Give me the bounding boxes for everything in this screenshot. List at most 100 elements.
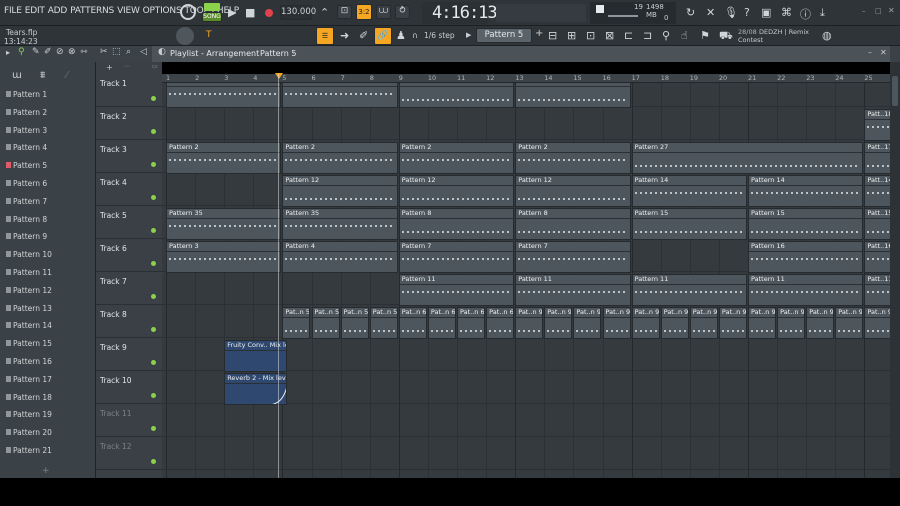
record-mode-icon[interactable] bbox=[180, 4, 196, 20]
track-header[interactable]: Track 5 bbox=[96, 206, 162, 239]
menu-file[interactable]: FILE bbox=[4, 6, 22, 16]
pattern-clip[interactable]: Patt..17 bbox=[864, 142, 890, 174]
pattern-clip[interactable]: Pat..n 9 bbox=[864, 307, 890, 339]
pattern-clip[interactable]: Pat..n 5 bbox=[340, 307, 369, 339]
pattern-clip[interactable]: Pat..n 9 bbox=[515, 307, 544, 339]
mute-tool-icon[interactable]: ⊗ bbox=[68, 47, 76, 57]
playback-tool-icon[interactable]: ◁ bbox=[140, 47, 147, 57]
pattern-clip[interactable]: Pat..n 9 bbox=[806, 307, 835, 339]
track-option-icon[interactable]: ⋯ bbox=[124, 63, 130, 70]
track-enable-led[interactable] bbox=[151, 96, 156, 101]
track-header[interactable]: Track 4 bbox=[96, 173, 162, 206]
magnet-icon[interactable]: ∩ bbox=[412, 31, 418, 40]
pattern-clip[interactable]: Pattern 27 bbox=[631, 142, 864, 174]
pattern-clip[interactable]: Pattern 4 bbox=[282, 241, 398, 273]
playlist-close-icon[interactable]: ✕ bbox=[880, 48, 887, 57]
snap-link-icon[interactable]: 🔗 bbox=[374, 27, 392, 45]
playlist-grid[interactable]: Pattern 1Pattern 1Pattern 13Pattern 13Pa… bbox=[162, 74, 890, 478]
loop-record-icon[interactable]: ⥁ bbox=[395, 5, 410, 19]
mixer-icon[interactable]: ⊟ bbox=[548, 29, 557, 42]
pattern-item[interactable]: Pattern 4 bbox=[6, 143, 47, 155]
track-enable-led[interactable] bbox=[151, 294, 156, 299]
picker-icon[interactable]: ɯ bbox=[12, 70, 22, 81]
pattern-item[interactable]: Pattern 6 bbox=[6, 179, 47, 191]
pattern-clip[interactable]: Pattern 3 bbox=[166, 241, 282, 273]
add-pattern-button[interactable]: + bbox=[42, 466, 50, 476]
step-edit-icon[interactable]: ⩊ bbox=[376, 5, 391, 19]
pattern-clip[interactable]: Pat..n 5 bbox=[311, 307, 340, 339]
delete-tool-icon[interactable]: ⊘ bbox=[56, 47, 64, 57]
snap-step-select[interactable]: 1/6 step bbox=[424, 31, 455, 40]
brush-icon[interactable]: ✐ bbox=[44, 47, 52, 57]
pattern-clip[interactable]: Pattern 11 bbox=[631, 274, 747, 306]
close-icon[interactable]: ✕ bbox=[888, 6, 895, 15]
track-header[interactable]: Track 3 bbox=[96, 140, 162, 173]
pattern-clip[interactable]: Pattern 12 bbox=[515, 175, 631, 207]
pattern-clip[interactable]: Pat..n 9 bbox=[748, 307, 777, 339]
pattern-clip[interactable]: Pat..n 6 bbox=[486, 307, 515, 339]
pattern-clip[interactable]: Pattern 35 bbox=[166, 208, 282, 240]
piano-roll-icon[interactable]: ⊡ bbox=[586, 29, 595, 42]
browser-icon[interactable]: ⊏ bbox=[624, 29, 633, 42]
pattern-clip[interactable]: Patt..16 bbox=[864, 241, 890, 273]
browser-arrow-icon[interactable]: ▸ bbox=[6, 48, 10, 57]
pattern-clip[interactable]: Pattern 14 bbox=[631, 175, 747, 207]
pattern-item[interactable]: Pattern 8 bbox=[6, 215, 47, 227]
pattern-item[interactable]: Pattern 1 bbox=[6, 90, 47, 102]
pattern-clip[interactable]: Pattern 2 bbox=[515, 142, 631, 174]
track-enable-led[interactable] bbox=[151, 261, 156, 266]
playlist-menu-icon[interactable]: ◐ bbox=[158, 47, 166, 57]
pattern-clip[interactable]: Pattern 15 bbox=[748, 208, 864, 240]
tag-icon[interactable]: ⚑ bbox=[700, 29, 710, 42]
pattern-item[interactable]: Pattern 17 bbox=[6, 375, 52, 387]
menu-options[interactable]: OPTIONS bbox=[143, 6, 182, 16]
arrow-right-icon[interactable]: ➜ bbox=[340, 29, 349, 42]
track-enable-led[interactable] bbox=[151, 327, 156, 332]
pattern-clip[interactable]: Pat..n 9 bbox=[544, 307, 573, 339]
playlist-minimize-icon[interactable]: – bbox=[868, 48, 872, 57]
pattern-clip[interactable]: Patt..11 bbox=[864, 274, 890, 306]
minimize-icon[interactable]: – bbox=[862, 7, 866, 15]
pattern-clip[interactable]: Pattern 14 bbox=[748, 175, 864, 207]
track-enable-led[interactable] bbox=[151, 129, 156, 134]
touch-icon[interactable]: ☝ bbox=[681, 29, 688, 42]
pattern-clip[interactable]: Pat..n 9 bbox=[602, 307, 631, 339]
pattern-clip[interactable]: Pat..n 9 bbox=[631, 307, 660, 339]
pattern-arrow-icon[interactable]: ▶ bbox=[466, 31, 471, 39]
pattern-item[interactable]: Pattern 16 bbox=[6, 357, 52, 369]
vertical-scrollbar[interactable] bbox=[890, 62, 900, 478]
slip-tool-icon[interactable]: ⇿ bbox=[80, 47, 88, 57]
track-enable-led[interactable] bbox=[151, 360, 156, 365]
pattern-item[interactable]: Pattern 5 bbox=[6, 161, 47, 173]
playlist-arrow-icon[interactable]: › bbox=[292, 48, 295, 57]
maximize-icon[interactable]: □ bbox=[875, 7, 882, 15]
pattern-clip[interactable]: Patt..15 bbox=[864, 208, 890, 240]
menu-view[interactable]: VIEW bbox=[117, 6, 140, 16]
track-header[interactable]: Track 12 bbox=[96, 437, 162, 470]
pattern-clip[interactable]: Pat..n 9 bbox=[689, 307, 718, 339]
pattern-clip[interactable]: Pat..n 6 bbox=[398, 307, 427, 339]
pattern-item[interactable]: Pattern 2 bbox=[6, 108, 47, 120]
track-header[interactable]: Track 9 bbox=[96, 338, 162, 371]
pattern-clip[interactable]: Patt..18 bbox=[864, 109, 890, 141]
draw-icon[interactable]: ✐ bbox=[359, 29, 368, 42]
track-header[interactable]: Track 1 bbox=[96, 74, 162, 107]
snap-icon[interactable]: ⚲ bbox=[18, 47, 25, 57]
help-icon[interactable]: ? bbox=[744, 6, 750, 19]
scroll-thumb[interactable] bbox=[892, 76, 898, 106]
pattern-clip[interactable]: Pattern 15 bbox=[631, 208, 747, 240]
pattern-clip[interactable]: Pattern 2 bbox=[398, 142, 515, 174]
pattern-item[interactable]: Pattern 15 bbox=[6, 339, 52, 351]
select-tool-icon[interactable]: ⬚ bbox=[112, 47, 121, 57]
panic-icon[interactable]: ✕ bbox=[706, 6, 715, 19]
track-enable-led[interactable] bbox=[151, 426, 156, 431]
playlist-icon[interactable]: ⊠ bbox=[605, 29, 614, 42]
pattern-item[interactable]: Pattern 10 bbox=[6, 250, 52, 262]
pattern-clip[interactable]: Pat..n 5 bbox=[282, 307, 311, 339]
pattern-clip[interactable]: Pat..n 9 bbox=[660, 307, 689, 339]
news-sub[interactable]: Contest bbox=[738, 36, 763, 44]
news-text[interactable]: DEDZH | Remix bbox=[759, 28, 809, 36]
pattern-clip[interactable]: Pattern 12 bbox=[282, 175, 398, 207]
save-icon[interactable]: ▣ bbox=[761, 6, 771, 19]
pattern-clip[interactable]: Pat..n 9 bbox=[718, 307, 747, 339]
